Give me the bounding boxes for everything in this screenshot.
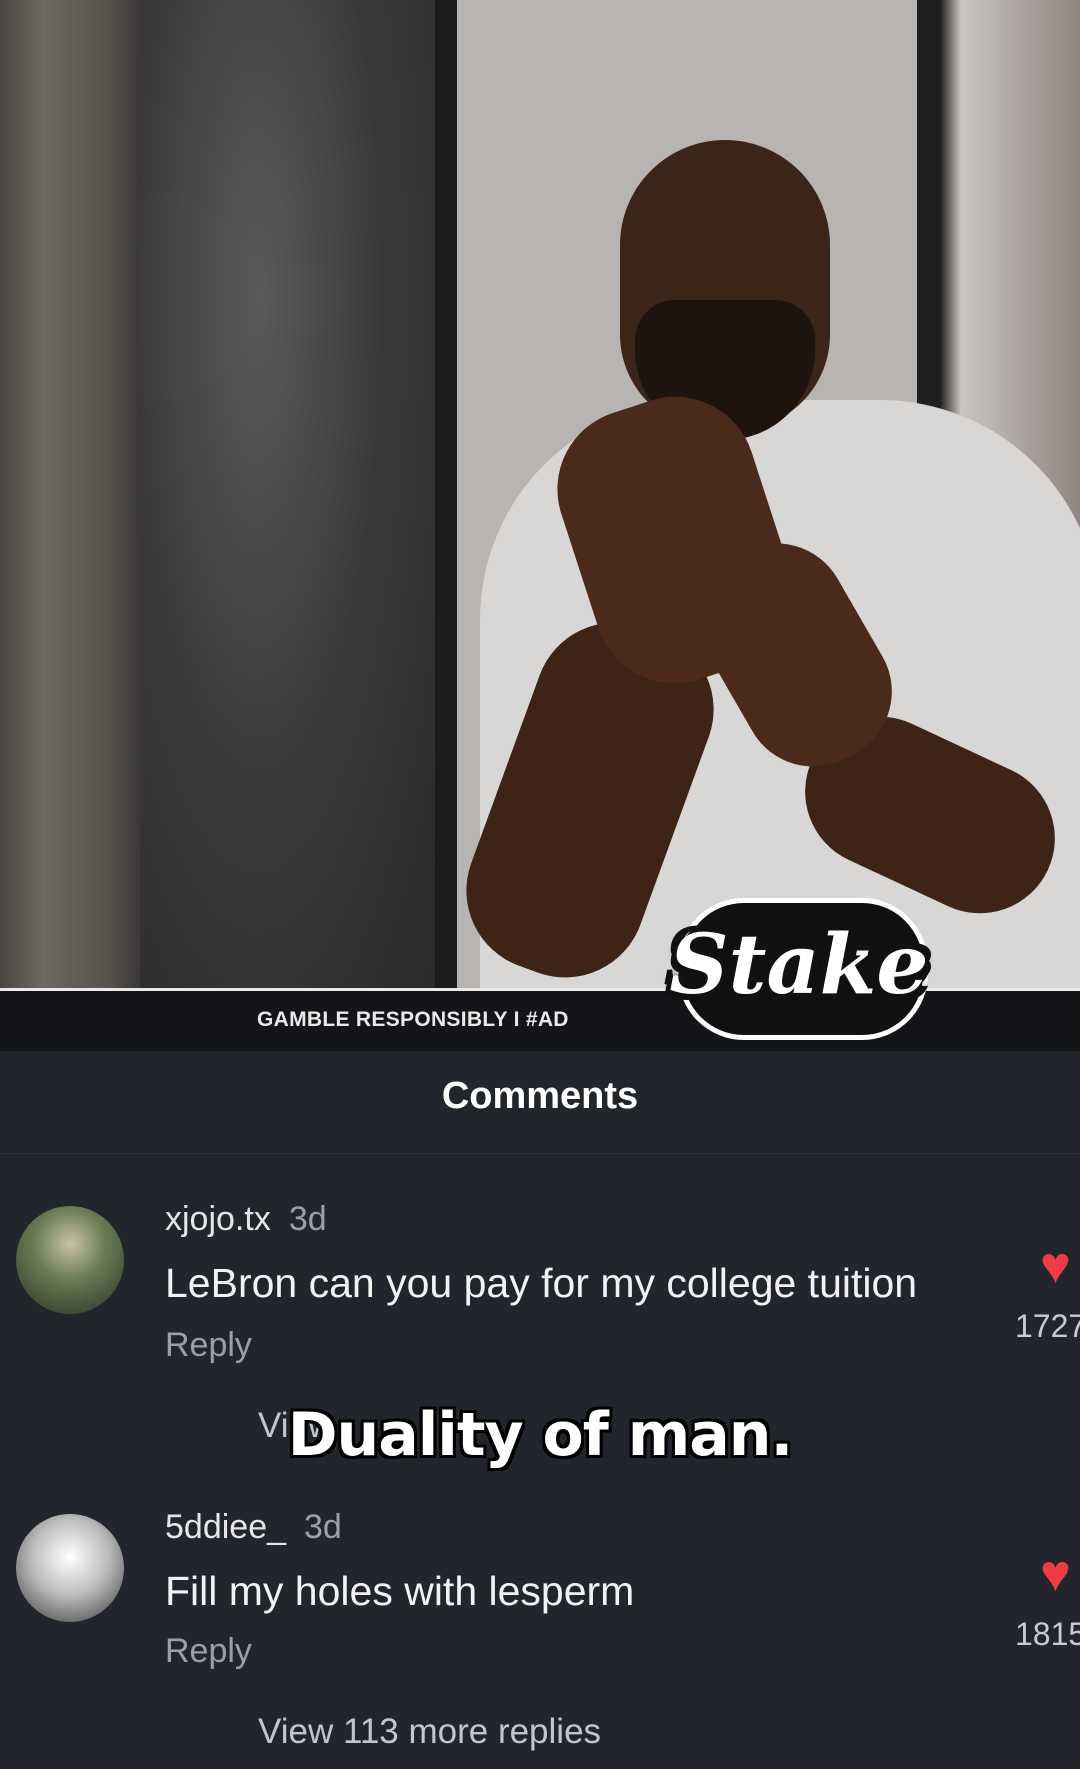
comment-username[interactable]: xjojo.tx 3d bbox=[165, 1200, 327, 1239]
username-text[interactable]: 5ddiee_ bbox=[165, 1508, 286, 1546]
heart-icon[interactable]: ♥ bbox=[1040, 1240, 1071, 1292]
marble-wall bbox=[140, 0, 435, 988]
view-replies-link[interactable]: View 113 more replies bbox=[258, 1712, 601, 1752]
like-count: 1815 bbox=[1015, 1616, 1080, 1652]
avatar[interactable] bbox=[16, 1514, 124, 1622]
door-frame bbox=[435, 0, 457, 988]
comment-text: Fill my holes with lesperm bbox=[165, 1568, 635, 1614]
like-count: 1727 bbox=[1015, 1308, 1080, 1344]
comment-username[interactable]: 5ddiee_ 3d bbox=[165, 1508, 342, 1547]
username-text[interactable]: xjojo.tx bbox=[165, 1200, 271, 1238]
comment-time: 3d bbox=[304, 1508, 342, 1546]
comment-text: LeBron can you pay for my college tuitio… bbox=[165, 1260, 918, 1306]
reply-button[interactable]: Reply bbox=[165, 1632, 252, 1671]
heart-icon[interactable]: ♥ bbox=[1040, 1548, 1071, 1600]
stake-logo-text: Stake bbox=[669, 917, 929, 1013]
video-caption: Duality of man. bbox=[287, 1400, 794, 1470]
video-frame[interactable] bbox=[0, 0, 1080, 988]
avatar[interactable] bbox=[16, 1206, 124, 1314]
comment-time: 3d bbox=[288, 1200, 327, 1238]
reply-button[interactable]: Reply bbox=[165, 1326, 252, 1365]
stake-logo: Stake bbox=[669, 900, 928, 1030]
comments-title: Comments bbox=[441, 1075, 639, 1117]
ad-disclaimer: GAMBLE RESPONSIBLY I #AD bbox=[257, 1008, 569, 1031]
